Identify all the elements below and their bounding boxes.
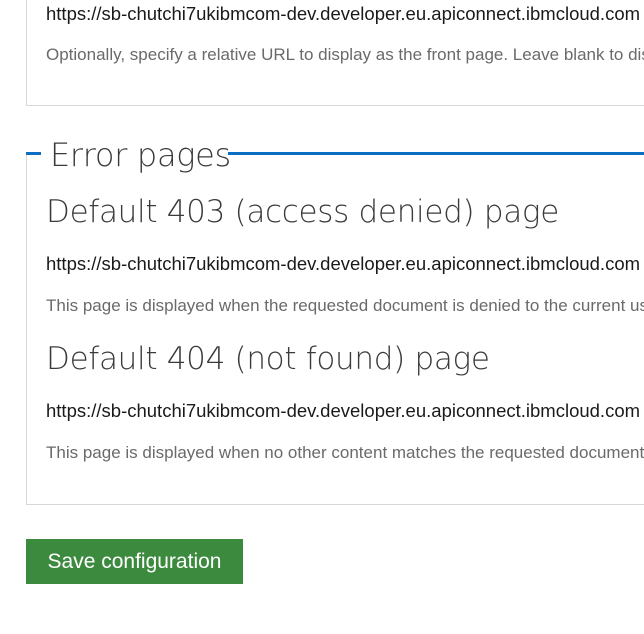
page: https://sb-chutchi7ukibmcom-dev.develope…	[0, 0, 644, 634]
legend-rule-right	[228, 152, 644, 155]
front-page-description: Optionally, specify a relative URL to di…	[46, 45, 644, 64]
page-404-url-field[interactable]: https://sb-chutchi7ukibmcom-dev.develope…	[46, 400, 640, 422]
page-403-description: This page is displayed when the requeste…	[46, 296, 644, 315]
legend-rule-left	[26, 152, 41, 155]
page-403-url-field[interactable]: https://sb-chutchi7ukibmcom-dev.develope…	[46, 253, 640, 275]
page-404-description: This page is displayed when no other con…	[46, 443, 644, 462]
page-404-heading: Default 404 (not found) page	[46, 341, 490, 377]
save-configuration-button[interactable]: Save configuration	[26, 539, 243, 584]
error-pages-legend: Error pages	[50, 136, 231, 174]
page-403-heading: Default 403 (access denied) page	[46, 194, 560, 230]
front-page-url-field[interactable]: https://sb-chutchi7ukibmcom-dev.develope…	[46, 3, 640, 25]
